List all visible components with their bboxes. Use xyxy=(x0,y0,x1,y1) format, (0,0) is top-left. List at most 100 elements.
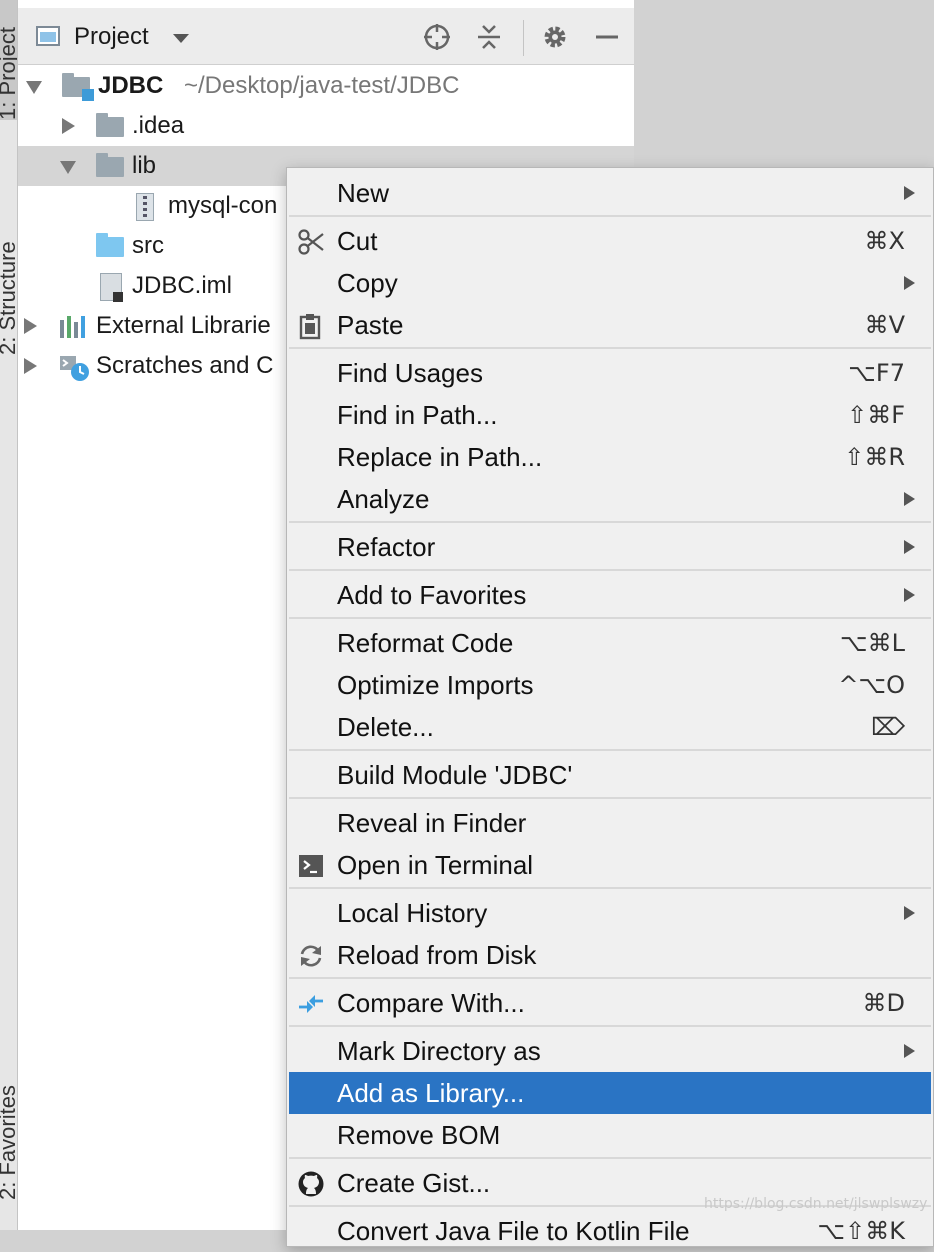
project-panel-header: Project xyxy=(18,8,634,65)
menu-item-shortcut: ⇧⌘R xyxy=(844,443,905,471)
menu-separator xyxy=(289,887,931,889)
menu-item-shortcut: ⌥F7 xyxy=(848,359,905,387)
menu-item-add-as-library[interactable]: Add as Library... xyxy=(289,1072,931,1114)
menu-separator xyxy=(289,521,931,523)
gear-icon[interactable] xyxy=(540,22,570,52)
iml-file-icon xyxy=(100,273,123,302)
menu-item-shortcut: ⌥⌘L xyxy=(839,629,905,657)
tool-tab-project[interactable]: 1: Project xyxy=(0,0,17,120)
tree-node-idea[interactable]: .idea xyxy=(18,106,634,146)
github-icon xyxy=(298,1171,324,1197)
menu-item-build-module[interactable]: Build Module 'JDBC' xyxy=(289,754,931,796)
collapsed-arrow-icon[interactable] xyxy=(24,358,37,374)
reload-icon xyxy=(300,945,322,967)
menu-item-open-in-terminal[interactable]: Open in Terminal xyxy=(289,844,931,886)
menu-item-label: Build Module 'JDBC' xyxy=(337,760,573,790)
menu-item-label: Find in Path... xyxy=(337,400,498,430)
menu-item-convert-java-to-kotlin[interactable]: Convert Java File to Kotlin File ⌥⇧⌘K xyxy=(289,1210,931,1252)
menu-item-label: Cut xyxy=(337,226,378,256)
menu-item-shortcut: ⌘D xyxy=(862,989,905,1017)
scissors-icon xyxy=(298,229,324,255)
menu-item-find-usages[interactable]: Find Usages ⌥F7 xyxy=(289,352,931,394)
collapsed-arrow-icon[interactable] xyxy=(24,318,37,334)
menu-item-shortcut: ⌘X xyxy=(864,227,905,255)
menu-item-refactor[interactable]: Refactor xyxy=(289,526,931,568)
menu-item-label: Compare With... xyxy=(337,988,525,1018)
menu-item-delete[interactable]: Delete... ⌦ xyxy=(289,706,931,748)
menu-item-reveal-in-finder[interactable]: Reveal in Finder xyxy=(289,802,931,844)
menu-item-label: Add to Favorites xyxy=(337,580,527,610)
menu-item-add-to-favorites[interactable]: Add to Favorites xyxy=(289,574,931,616)
terminal-icon xyxy=(299,855,323,877)
menu-item-optimize-imports[interactable]: Optimize Imports ^⌥O xyxy=(289,664,931,706)
menu-item-shortcut: ^⌥O xyxy=(838,671,905,699)
menu-item-shortcut: ⌦ xyxy=(871,713,905,741)
menu-item-copy[interactable]: Copy xyxy=(289,262,931,304)
tree-node-label: JDBC.iml xyxy=(132,272,232,299)
folder-icon xyxy=(96,113,124,137)
menu-item-local-history[interactable]: Local History xyxy=(289,892,931,934)
jar-archive-icon xyxy=(136,193,154,221)
submenu-arrow-icon xyxy=(904,906,915,920)
menu-item-shortcut: ⌥⇧⌘K xyxy=(817,1217,905,1245)
menu-item-replace-in-path[interactable]: Replace in Path... ⇧⌘R xyxy=(289,436,931,478)
project-view-selector[interactable]: Project xyxy=(74,23,149,51)
menu-separator xyxy=(289,797,931,799)
menu-item-label: Analyze xyxy=(337,484,430,514)
menu-separator xyxy=(289,617,931,619)
menu-item-mark-directory-as[interactable]: Mark Directory as xyxy=(289,1030,931,1072)
collapse-all-icon[interactable] xyxy=(474,22,504,52)
expanded-arrow-icon[interactable] xyxy=(26,81,42,94)
tree-node-label: lib xyxy=(132,152,157,179)
project-view-icon xyxy=(36,26,60,46)
menu-item-paste[interactable]: Paste ⌘V xyxy=(289,304,931,346)
menu-separator xyxy=(289,749,931,751)
tree-node-label: src xyxy=(132,232,164,259)
menu-item-compare-with[interactable]: Compare With... ⌘D xyxy=(289,982,931,1024)
header-divider xyxy=(523,20,524,56)
tool-tab-structure[interactable]: 2: Structure xyxy=(0,195,17,355)
menu-separator xyxy=(289,215,931,217)
module-folder-icon xyxy=(62,73,94,101)
tree-node-label: JDBC xyxy=(98,72,164,99)
submenu-arrow-icon xyxy=(904,276,915,290)
menu-item-label: Optimize Imports xyxy=(337,670,534,700)
watermark-text: https://blog.csdn.net/jlswplswzy xyxy=(704,1196,928,1212)
minimize-icon[interactable] xyxy=(592,22,622,52)
tree-node-label: Scratches and C xyxy=(96,352,274,379)
menu-item-label: Convert Java File to Kotlin File xyxy=(337,1216,690,1246)
menu-item-label: Open in Terminal xyxy=(337,850,534,880)
collapsed-arrow-icon[interactable] xyxy=(62,118,75,134)
menu-item-new[interactable]: New xyxy=(289,172,931,214)
menu-item-label: Local History xyxy=(337,898,488,928)
scratches-icon xyxy=(60,356,89,381)
submenu-arrow-icon xyxy=(904,540,915,554)
chevron-down-icon[interactable] xyxy=(173,34,189,43)
context-menu: New Cut ⌘X Copy Paste ⌘V Find Usages ⌥F7… xyxy=(286,167,934,1247)
tree-node-project-root[interactable]: JDBC ~/Desktop/java-test/JDBC xyxy=(18,66,634,106)
menu-item-label: Paste xyxy=(337,310,404,340)
menu-item-find-in-path[interactable]: Find in Path... ⇧⌘F xyxy=(289,394,931,436)
locate-target-icon[interactable] xyxy=(422,22,452,52)
menu-item-analyze[interactable]: Analyze xyxy=(289,478,931,520)
compare-arrows-icon xyxy=(299,995,323,1013)
clipboard-icon xyxy=(299,314,321,340)
menu-item-reload-from-disk[interactable]: Reload from Disk xyxy=(289,934,931,976)
menu-item-label: Reveal in Finder xyxy=(337,808,527,838)
menu-separator xyxy=(289,1157,931,1159)
menu-item-label: Find Usages xyxy=(337,358,483,388)
tool-window-strip: 1: Project 2: Structure 2: Favorites xyxy=(0,0,18,1230)
tool-tab-favorites[interactable]: 2: Favorites xyxy=(0,1060,17,1200)
menu-item-label: Add as Library... xyxy=(337,1078,525,1108)
menu-item-cut[interactable]: Cut ⌘X xyxy=(289,220,931,262)
menu-item-shortcut: ⇧⌘F xyxy=(847,401,905,429)
tree-node-label: mysql-con xyxy=(168,192,278,219)
menu-item-reformat-code[interactable]: Reformat Code ⌥⌘L xyxy=(289,622,931,664)
submenu-arrow-icon xyxy=(904,1044,915,1058)
folder-icon xyxy=(96,153,124,177)
tree-node-path: ~/Desktop/java-test/JDBC xyxy=(184,72,460,99)
menu-item-remove-bom[interactable]: Remove BOM xyxy=(289,1114,931,1156)
tree-node-label: .idea xyxy=(132,112,185,139)
library-icon xyxy=(60,316,90,338)
expanded-arrow-icon[interactable] xyxy=(60,161,76,174)
